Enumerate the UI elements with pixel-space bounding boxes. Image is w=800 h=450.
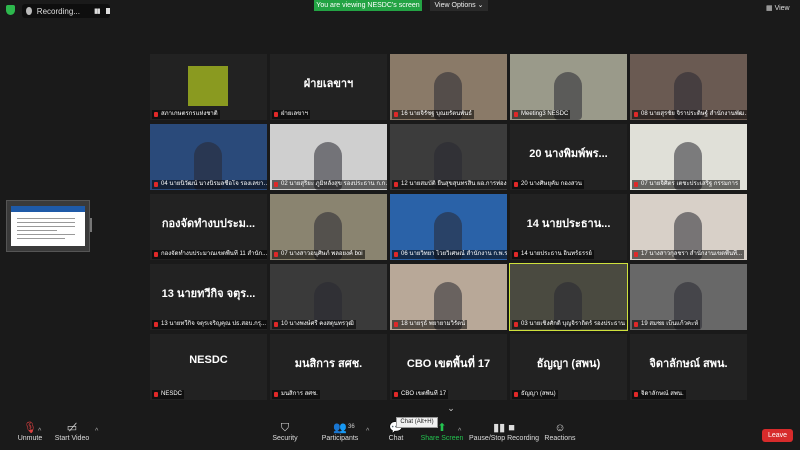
security-button[interactable]: ⛉ Security <box>255 422 315 442</box>
participant-name-large: ธัญญา (สพน) <box>536 358 601 370</box>
participant-name-caption: ธัญญา (สพน) <box>512 390 558 399</box>
participant-name-large: ฝ่ายเลขาฯ <box>303 78 354 90</box>
participant-name-large: 13 นายทวีกิจ จตุร... <box>161 288 256 300</box>
recording-label: Recording... <box>36 6 80 16</box>
participant-tile[interactable]: สภาเกษตรกรแห่งชาติ <box>150 54 267 120</box>
participant-name-caption: 16 นายจิรัชฐ บุณยรัตนพันธ์ <box>392 110 474 119</box>
participant-name-caption: 06 นายวิทยา ไวยวิเศษณ์ สำนักงาน ก.พ.ร. <box>392 250 507 259</box>
video-options-caret-icon[interactable]: ^ <box>95 428 98 435</box>
participant-tile[interactable]: 03 นายเชิงศักดิ์ บุญจิราถิตร์ รองประธาน … <box>509 263 628 331</box>
participant-name-caption: 07 นายจิศิตร เตชะประเสริฐ กรรมการ <box>632 180 741 189</box>
participant-tile[interactable]: ฝ่ายเลขาฯ ฝ่ายเลขาฯ <box>270 54 387 120</box>
participant-name-caption: มนสิการ สศช. <box>272 390 320 399</box>
shared-screen-thumbnail[interactable] <box>6 200 90 252</box>
share-options-caret-icon[interactable]: ^ <box>458 428 461 435</box>
security-label: Security <box>272 435 298 442</box>
participants-icon: 👥 <box>333 422 347 434</box>
participant-name-large: จิดาลักษณ์ สพน. <box>649 358 728 370</box>
participant-tile[interactable]: 02 นายสุริยะ ภูมิหลังสุข รองประธาน ก.กศ.… <box>270 124 387 190</box>
participant-tile[interactable]: NESDC NESDC <box>150 334 267 400</box>
participant-name-large: NESDC <box>189 354 228 366</box>
participants-count: 36 <box>348 424 355 430</box>
audio-options-caret-icon[interactable]: ^ <box>38 428 41 435</box>
participant-name-caption: 08 นายสุรชัย จิราประดิษฐ์ สำนักงานพัฒนา.… <box>632 110 747 119</box>
chevron-down-icon: ⌄ <box>477 2 484 9</box>
view-label: View <box>774 5 790 12</box>
participant-tile[interactable]: 13 นายทวีกิจ จตุร... 13 นายทวีกิจ จตุรเจร… <box>150 264 267 330</box>
video-off-icon: ▭̸ <box>66 422 78 434</box>
start-video-label: Start Video <box>54 435 90 442</box>
participant-name-large: 20 นางพิมพ์พร... <box>529 148 608 160</box>
participant-name-caption: 13 นายทวีกิจ จตุรเจริญคุณ ปธ.สอบ.กรุ... <box>152 320 267 329</box>
thumbnail-drag-handle[interactable] <box>90 218 92 232</box>
participant-tile[interactable]: 18 นายรุธ์ พยายามวิรัตน์ <box>390 264 507 330</box>
participant-gallery: สภาเกษตรกรแห่งชาติ ฝ่ายเลขาฯ ฝ่ายเลขาฯ 16 น… <box>150 54 748 402</box>
participant-tile[interactable]: มนสิการ สศช. มนสิการ สศช. <box>270 334 387 400</box>
participant-name-caption: 10 นางพงษ์ศรี คงสตุนทรวุฒิ <box>272 320 356 329</box>
participant-name-caption: 07 นางสาวอนุศิษภ์ พลอยงค์ boi <box>272 250 365 259</box>
reactions-button[interactable]: ☺ Reactions <box>530 422 590 442</box>
leave-button[interactable]: Leave <box>762 429 793 442</box>
profile-picture <box>188 66 228 106</box>
recording-indicator: Recording... ▮▮ <box>22 4 110 18</box>
share-screen-label: Share Screen <box>420 435 464 442</box>
participant-name-caption: 18 นายรุธ์ พยายามวิรัตน์ <box>392 320 468 329</box>
participant-name-caption: 20 นางศิษยุคัม กองสวน <box>512 180 584 189</box>
participants-label: Participants <box>321 435 359 442</box>
participant-name-large: กองจัดทำงบประม... <box>161 218 256 230</box>
reactions-label: Reactions <box>544 435 576 442</box>
participant-tile[interactable]: 12 นายสมบัติ ยืนสุขสุนทรสิน ผอ.การท่องเท… <box>390 124 507 190</box>
participant-tile[interactable]: ธัญญา (สพน) ธัญญา (สพน) <box>510 334 627 400</box>
participant-name-caption: 04 นายนิวัฒน์ นางนิรมลชื่อโจ รองเลขาธิกา… <box>152 180 267 189</box>
participant-name-caption: CBO เขตพื้นที่ 17 <box>392 390 449 399</box>
participant-tile[interactable]: 14 นายประธาน... 14 นายประธาน อินทร์ธรรย์ <box>510 194 627 260</box>
shared-screen-preview <box>11 206 85 246</box>
participant-name-caption: สภาเกษตรกรแห่งชาติ <box>152 110 220 119</box>
viewing-banner: You are viewing NESDC's screen <box>314 0 422 11</box>
participants-button[interactable]: 👥 36 Participants <box>310 422 370 442</box>
chat-tooltip: Chat (Alt+H) <box>396 417 438 428</box>
participant-tile[interactable]: 08 นายสุรชัย จิราประดิษฐ์ สำนักงานพัฒนา.… <box>630 54 747 120</box>
participant-name-caption: 12 นายสมบัติ ยืนสุขสุนทรสิน ผอ.การท่องเท… <box>392 180 507 189</box>
participant-name-caption: กองจัดทำงบประมาณเขตพื้นที่ 11 สำนัก... <box>152 250 267 259</box>
pause-recording-icon[interactable]: ▮▮ <box>94 7 101 15</box>
participant-tile[interactable]: 17 นางสาวกุลชรา สำนักงานเขตพื้นที่... <box>630 194 747 260</box>
participant-tile[interactable]: 16 นายจิรัชฐ บุณยรัตนพันธ์ <box>390 54 507 120</box>
participant-name-large: CBO เขตพื้นที่ 17 <box>406 358 491 370</box>
reactions-icon: ☺ <box>554 422 566 434</box>
participant-name-caption: 19 สมชย เบ็นแก้วคะห์ <box>632 320 701 329</box>
participant-name-caption: ฝ่ายเลขาฯ <box>272 110 310 119</box>
participant-tile[interactable]: 20 นางพิมพ์พร... 20 นางศิษยุคัม กองสวน <box>510 124 627 190</box>
participant-tile[interactable]: 07 นายจิศิตร เตชะประเสริฐ กรรมการ <box>630 124 747 190</box>
view-options-label: View Options <box>434 2 476 9</box>
view-button[interactable]: ▦ View <box>766 3 796 15</box>
chevron-down-icon[interactable]: ⌄ <box>440 403 462 413</box>
grid-icon: ▦ <box>766 5 775 12</box>
participant-tile[interactable]: 07 นางสาวอนุศิษภ์ พลอยงค์ boi <box>270 194 387 260</box>
participant-name-caption: 03 นายเชิงศักดิ์ บุญจิราถิตร์ รองประธาน … <box>512 320 627 329</box>
stop-recording-icon[interactable] <box>105 8 110 14</box>
participant-name-caption: 17 นางสาวกุลชรา สำนักงานเขตพื้นที่... <box>632 250 745 259</box>
view-options-button[interactable]: View Options ⌄ <box>430 0 488 11</box>
participant-name-large: 14 นายประธาน... <box>526 218 611 230</box>
participant-name-large: มนสิการ สศช. <box>294 358 363 370</box>
start-video-button[interactable]: ▭̸ Start Video <box>42 422 102 442</box>
participant-tile[interactable]: 19 สมชย เบ็นแก้วคะห์ <box>630 264 747 330</box>
participant-tile[interactable]: กองจัดทำงบประม... กองจัดทำงบประมาณเขตพื้น… <box>150 194 267 260</box>
participant-tile[interactable]: Meeting3 NESDC <box>510 54 627 120</box>
participant-name-caption: NESDC <box>152 390 185 399</box>
shield-icon: ⛉ <box>280 422 290 434</box>
top-bar: Recording... ▮▮ You are viewing NESDC's … <box>0 0 800 20</box>
participant-name-caption: Meeting3 NESDC <box>512 110 571 119</box>
participant-tile[interactable]: 06 นายวิทยา ไวยวิเศษณ์ สำนักงาน ก.พ.ร. <box>390 194 507 260</box>
participant-name-caption: จิดาลักษณ์ สพน. <box>632 390 686 399</box>
participant-tile[interactable]: จิดาลักษณ์ สพน. จิดาลักษณ์ สพน. <box>630 334 747 400</box>
participant-tile[interactable]: 10 นางพงษ์ศรี คงสตุนทรวุฒิ <box>270 264 387 330</box>
participant-tile[interactable]: 04 นายนิวัฒน์ นางนิรมลชื่อโจ รองเลขาธิกา… <box>150 124 267 190</box>
participant-name-caption: 02 นายสุริยะ ภูมิหลังสุข รองประธาน ก.กศ.… <box>272 180 387 189</box>
shield-icon[interactable] <box>6 5 15 15</box>
participant-tile[interactable]: CBO เขตพื้นที่ 17 CBO เขตพื้นที่ 17 <box>390 334 507 400</box>
participant-name-caption: 14 นายประธาน อินทร์ธรรย์ <box>512 250 594 259</box>
recording-dot-icon <box>26 7 32 15</box>
